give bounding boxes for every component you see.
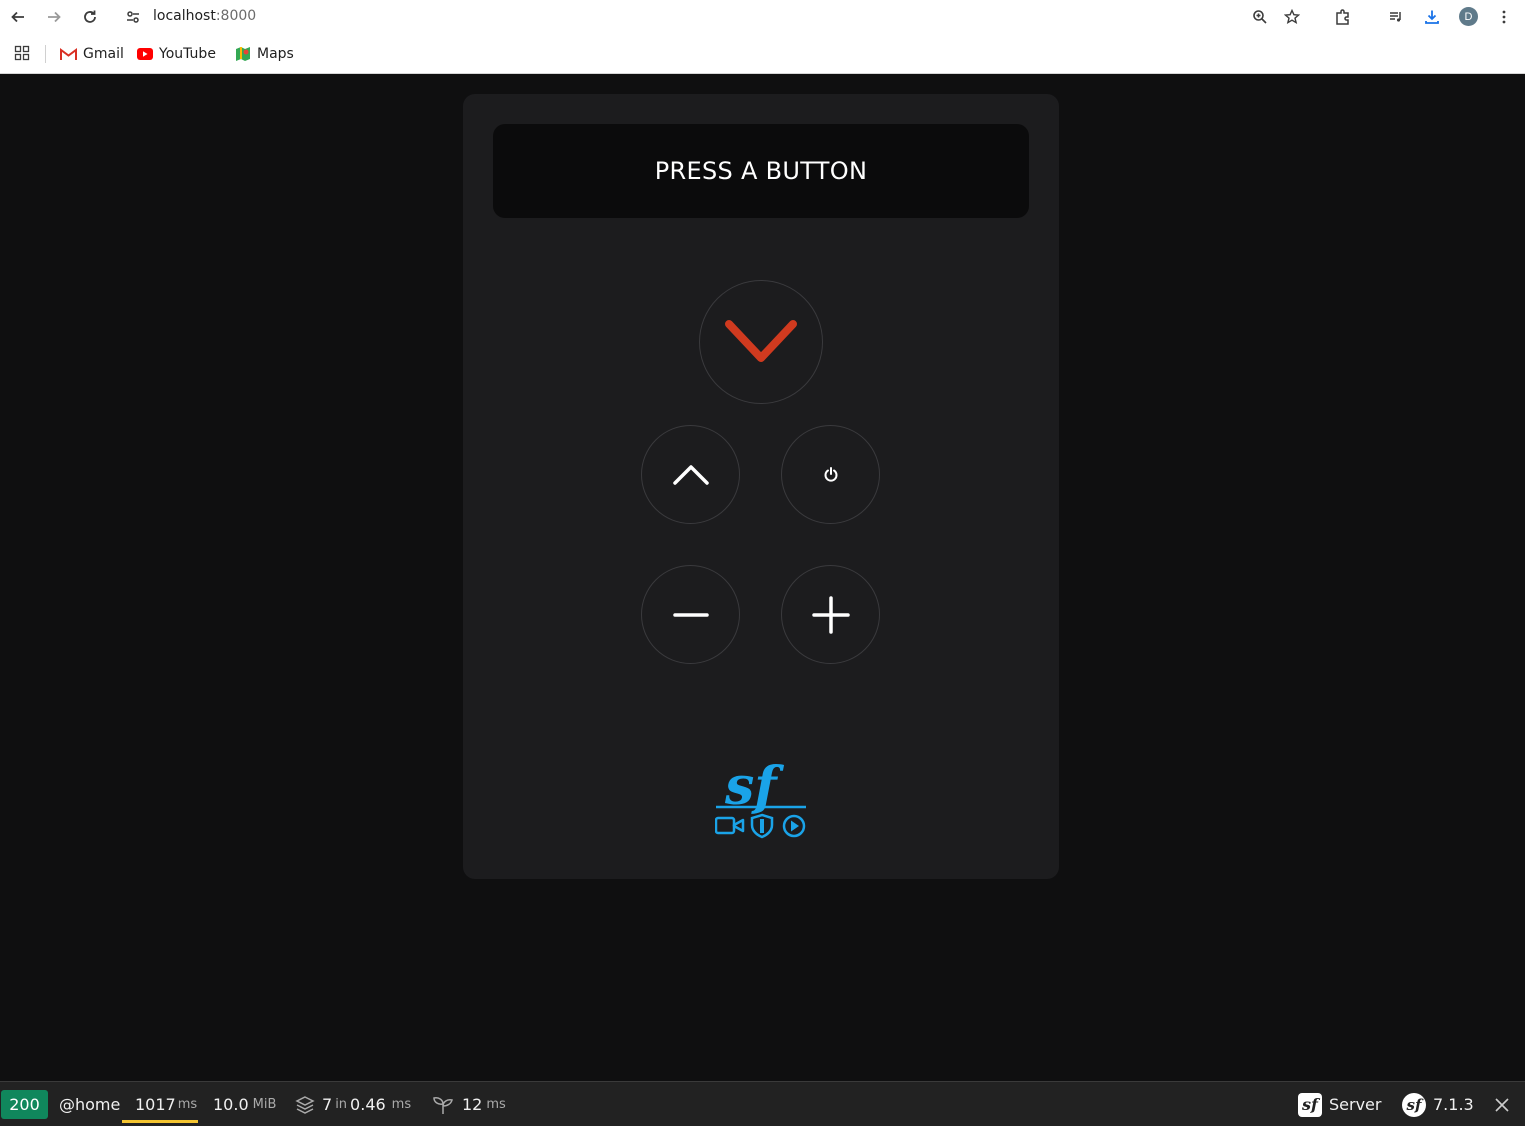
chevron-down-icon: [725, 320, 797, 362]
profile-avatar[interactable]: D: [1459, 7, 1478, 26]
bookmarks-divider: [45, 45, 46, 63]
minus-icon: [672, 612, 709, 617]
time-unit: ms: [177, 1097, 198, 1112]
cache-stats[interactable]: 7 in 0.46 ms: [295, 1082, 411, 1126]
twig-time-unit: ms: [486, 1097, 506, 1112]
power-icon: [824, 466, 837, 482]
memory-value: 10.0: [213, 1095, 249, 1114]
url-text[interactable]: localhost:8000: [153, 8, 256, 24]
cache-time: 0.46: [350, 1095, 386, 1114]
bookmark-gmail[interactable]: Gmail: [60, 44, 124, 64]
media-controls-icon[interactable]: [1383, 4, 1409, 30]
address-bar[interactable]: [116, 1, 1316, 31]
memory-usage[interactable]: 10.0 MiB: [213, 1082, 276, 1126]
remote-panel: PRESS A BUTTON sf: [463, 94, 1059, 879]
route-label: @home: [59, 1095, 121, 1114]
reload-icon[interactable]: [77, 4, 103, 30]
menu-kebab-icon[interactable]: [1491, 4, 1517, 30]
cache-unit: ms: [391, 1097, 412, 1112]
site-settings-icon[interactable]: [120, 4, 146, 30]
status-code-badge[interactable]: 200: [1, 1090, 48, 1119]
plus-icon: [811, 595, 850, 634]
forward-icon[interactable]: [41, 4, 67, 30]
twig-time[interactable]: 12 ms: [432, 1082, 506, 1126]
bookmarks-bar: Gmail YouTube Maps: [0, 33, 1525, 74]
route-name[interactable]: @home: [59, 1082, 120, 1126]
bookmark-youtube[interactable]: YouTube: [137, 44, 216, 64]
youtube-icon: [137, 48, 153, 60]
bookmark-label: Gmail: [83, 46, 124, 62]
server-label: Server: [1329, 1095, 1382, 1114]
debug-toolbar: 200 @home 1017 ms 10.0 MiB 7 in 0.46 ms 12 ms …: [0, 1081, 1525, 1126]
twig-time-value: 12: [462, 1095, 483, 1114]
symfony-ux-logo: sf: [714, 754, 809, 840]
symfony-logo-icon: sf: [1298, 1092, 1322, 1117]
version-label: 7.1.3: [1433, 1095, 1474, 1114]
browser-toolbar: localhost:8000 D: [0, 0, 1525, 33]
message-display: PRESS A BUTTON: [493, 124, 1029, 218]
time-value: 1017: [135, 1095, 176, 1114]
zoom-icon[interactable]: [1247, 4, 1273, 30]
gmail-icon: [60, 47, 77, 60]
symfony-round-logo-icon: sf: [1402, 1092, 1426, 1117]
maps-icon: [236, 47, 250, 61]
back-icon[interactable]: [5, 4, 31, 30]
display-text: PRESS A BUTTON: [654, 157, 868, 185]
bookmark-label: Maps: [257, 46, 294, 62]
cache-in-label: in: [335, 1097, 348, 1112]
symfony-version[interactable]: sf 7.1.3: [1402, 1082, 1474, 1126]
chevron-down-button[interactable]: [699, 280, 823, 404]
server-info[interactable]: sf Server: [1298, 1082, 1381, 1126]
cache-count: 7: [322, 1095, 333, 1114]
bookmark-label: YouTube: [159, 46, 216, 62]
memory-unit: MiB: [252, 1097, 277, 1112]
apps-grid-icon[interactable]: [14, 45, 30, 66]
extensions-icon[interactable]: [1330, 4, 1356, 30]
close-toolbar-button[interactable]: [1494, 1082, 1510, 1126]
layers-icon: [295, 1095, 315, 1114]
bookmark-star-icon[interactable]: [1279, 4, 1305, 30]
download-icon[interactable]: [1419, 4, 1445, 30]
chevron-up-button[interactable]: [641, 425, 740, 524]
chevron-up-icon: [672, 464, 709, 485]
twig-icon: [433, 1096, 453, 1114]
volume-up-button[interactable]: [781, 565, 880, 664]
time-indicator-bar: [122, 1120, 198, 1123]
volume-down-button[interactable]: [641, 565, 740, 664]
bookmark-maps[interactable]: Maps: [235, 44, 294, 64]
power-button[interactable]: [781, 425, 880, 524]
close-icon: [1495, 1097, 1509, 1112]
